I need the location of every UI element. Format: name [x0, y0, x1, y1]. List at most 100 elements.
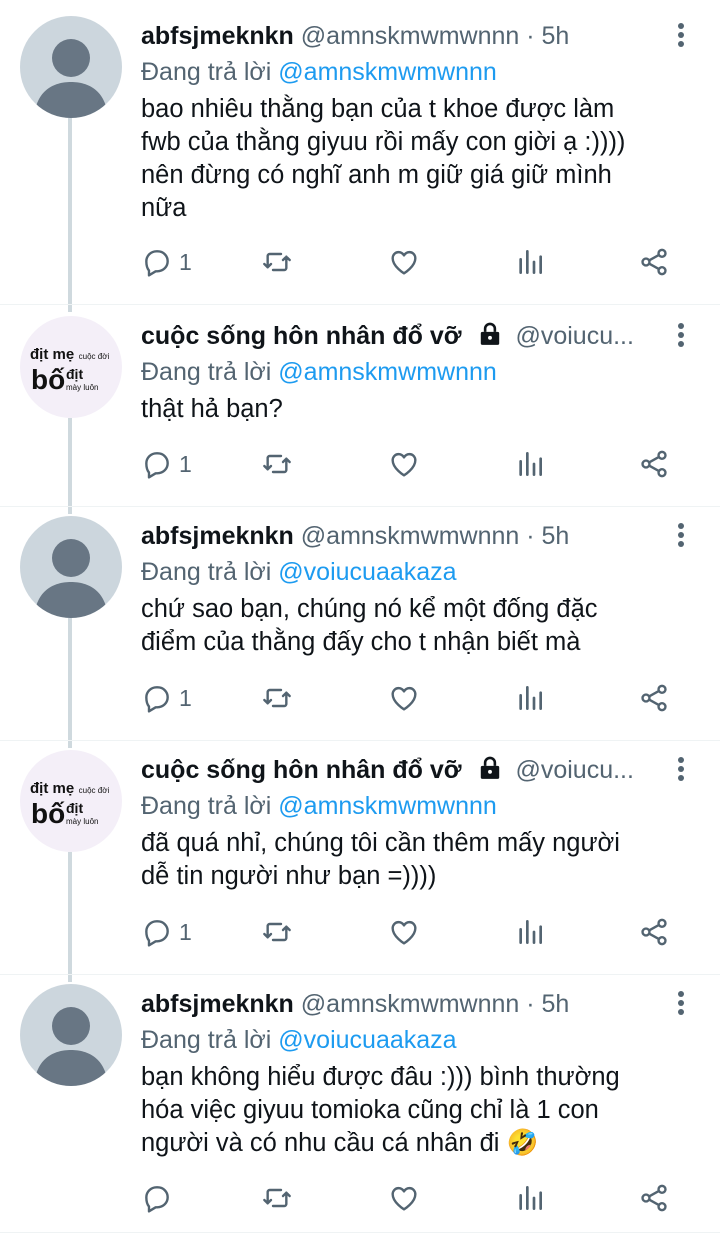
avatar-text-line1: địt mẹ cuộc đời: [30, 780, 110, 797]
tweet[interactable]: abfsjmeknkn @amnskmwmwnnn · 5h Đang trả …: [0, 504, 720, 740]
heart-icon: [391, 250, 417, 275]
retweet-button[interactable]: [261, 1178, 293, 1218]
heart-icon: [391, 1186, 417, 1211]
retweet-button[interactable]: [261, 444, 293, 484]
avatar-text-line4: mày luôn: [66, 817, 99, 826]
like-button[interactable]: [388, 1178, 420, 1218]
retweet-button[interactable]: [261, 242, 293, 282]
reply-button[interactable]: 1: [141, 912, 192, 952]
action-bar: 1: [141, 678, 681, 718]
display-name[interactable]: cuộc sống hôn nhân đổ vỡ: [141, 756, 462, 784]
views-button[interactable]: [514, 1178, 546, 1218]
heart-icon: [391, 920, 417, 945]
replying-prefix: Đang trả lời: [141, 58, 272, 86]
speech-bubble-icon: [145, 686, 169, 713]
share-button[interactable]: [638, 444, 670, 484]
retweet-arrows-icon: [263, 252, 291, 272]
like-button[interactable]: [388, 444, 420, 484]
reply-button[interactable]: [141, 1178, 179, 1218]
handle-and-time[interactable]: @amnskmwmwnnn · 5h: [301, 522, 570, 550]
handle-and-time[interactable]: @amnskmwmwnnn · 5h: [301, 990, 570, 1018]
reply-mention-link[interactable]: @amnskmwmwnnn: [278, 358, 496, 386]
share-button[interactable]: [638, 912, 670, 952]
bar-chart-icon: [519, 250, 542, 274]
reply-mention-link[interactable]: @voiucuaakaza: [278, 1026, 456, 1054]
tweet-header: cuộc sống hôn nhân đổ vỡ @voiucu...: [141, 754, 664, 786]
like-button[interactable]: [388, 912, 420, 952]
share-nodes-icon: [641, 918, 667, 946]
retweet-button[interactable]: [261, 678, 293, 718]
display-name[interactable]: abfsjmeknkn: [141, 990, 294, 1018]
share-button[interactable]: [638, 1178, 670, 1218]
tweet[interactable]: abfsjmeknkn @amnskmwmwnnn · 5h Đang trả …: [0, 972, 720, 1234]
share-button[interactable]: [638, 678, 670, 718]
heart-icon: [391, 686, 417, 711]
speech-bubble-icon: [145, 250, 169, 277]
more-options-button[interactable]: [676, 320, 686, 352]
display-name[interactable]: abfsjmeknkn: [141, 522, 294, 550]
avatar-text-line1: địt mẹ cuộc đời: [30, 346, 110, 363]
share-nodes-icon: [641, 248, 667, 276]
tweet-text: bạn không hiểu được đâu :))) bình thường…: [141, 1063, 620, 1157]
avatar-text-line4: mày luôn: [66, 383, 99, 392]
tweet[interactable]: abfsjmeknkn @amnskmwmwnnn · 5h Đang trả …: [0, 4, 720, 304]
share-button[interactable]: [638, 242, 670, 282]
views-button[interactable]: [514, 242, 546, 282]
action-bar: 1: [141, 912, 681, 952]
avatar-text-line2: bố: [31, 364, 66, 395]
handle[interactable]: @voiucu...: [515, 322, 633, 350]
reply-mention-link[interactable]: @amnskmwmwnnn: [278, 58, 496, 86]
speech-bubble-icon: [145, 1186, 169, 1213]
reply-button[interactable]: 1: [141, 444, 192, 484]
replying-to: Đang trả lời @amnskmwmwnnn: [141, 56, 497, 88]
more-options-button[interactable]: [676, 754, 686, 786]
reply-count: 1: [179, 248, 192, 275]
handle-and-time[interactable]: @amnskmwmwnnn · 5h: [301, 22, 570, 50]
bar-chart-icon: [519, 452, 542, 476]
reply-mention-link[interactable]: @voiucuaakaza: [278, 558, 456, 586]
avatar-default[interactable]: [20, 984, 122, 1086]
reply-mention-link[interactable]: @amnskmwmwnnn: [278, 792, 496, 820]
tweet-text: bao nhiêu thằng bạn của t khoe được làm …: [141, 95, 626, 222]
share-nodes-icon: [641, 684, 667, 712]
replying-to: Đang trả lời @voiucuaakaza: [141, 1024, 457, 1056]
tweet-text: thật hả bạn?: [141, 395, 283, 423]
reply-count: 1: [179, 684, 192, 711]
like-button[interactable]: [388, 678, 420, 718]
tweet-header: abfsjmeknkn @amnskmwmwnnn · 5h: [141, 988, 664, 1020]
more-options-button[interactable]: [676, 20, 686, 52]
views-button[interactable]: [514, 444, 546, 484]
handle[interactable]: @voiucu...: [515, 756, 633, 784]
tweet[interactable]: địt mẹ cuộc đời bố địt mày luôn cuộc sốn…: [0, 304, 720, 506]
avatar-default[interactable]: [20, 16, 122, 118]
retweet-arrows-icon: [263, 922, 291, 942]
tweet-header: abfsjmeknkn @amnskmwmwnnn · 5h: [141, 520, 664, 552]
tweet[interactable]: địt mẹ cuộc đời bố địt mày luôn cuộc sốn…: [0, 738, 720, 974]
like-button[interactable]: [388, 242, 420, 282]
more-options-button[interactable]: [676, 988, 686, 1020]
avatar-text-line3: địt: [66, 366, 84, 382]
replying-prefix: Đang trả lời: [141, 1026, 272, 1054]
action-bar: 1: [141, 444, 681, 484]
retweet-arrows-icon: [263, 454, 291, 474]
speech-bubble-icon: [145, 452, 169, 479]
avatar-page[interactable]: địt mẹ cuộc đời bố địt mày luôn: [20, 750, 122, 852]
retweet-arrows-icon: [263, 688, 291, 708]
default-avatar-icon: [34, 39, 108, 118]
default-avatar-icon: [34, 1007, 108, 1086]
reply-button[interactable]: 1: [141, 678, 192, 718]
replying-to: Đang trả lời @amnskmwmwnnn: [141, 356, 497, 388]
retweet-arrows-icon: [263, 1188, 291, 1208]
views-button[interactable]: [514, 678, 546, 718]
tweet-text: chứ sao bạn, chúng nó kể một đống đặc đi…: [141, 595, 598, 656]
replying-prefix: Đang trả lời: [141, 358, 272, 386]
avatar-page[interactable]: địt mẹ cuộc đời bố địt mày luôn: [20, 316, 122, 418]
more-options-button[interactable]: [676, 520, 686, 552]
display-name[interactable]: cuộc sống hôn nhân đổ vỡ: [141, 322, 462, 350]
reply-button[interactable]: 1: [141, 242, 192, 282]
views-button[interactable]: [514, 912, 546, 952]
retweet-button[interactable]: [261, 912, 293, 952]
replying-to: Đang trả lời @voiucuaakaza: [141, 556, 457, 588]
display-name[interactable]: abfsjmeknkn: [141, 22, 294, 50]
avatar-default[interactable]: [20, 516, 122, 618]
